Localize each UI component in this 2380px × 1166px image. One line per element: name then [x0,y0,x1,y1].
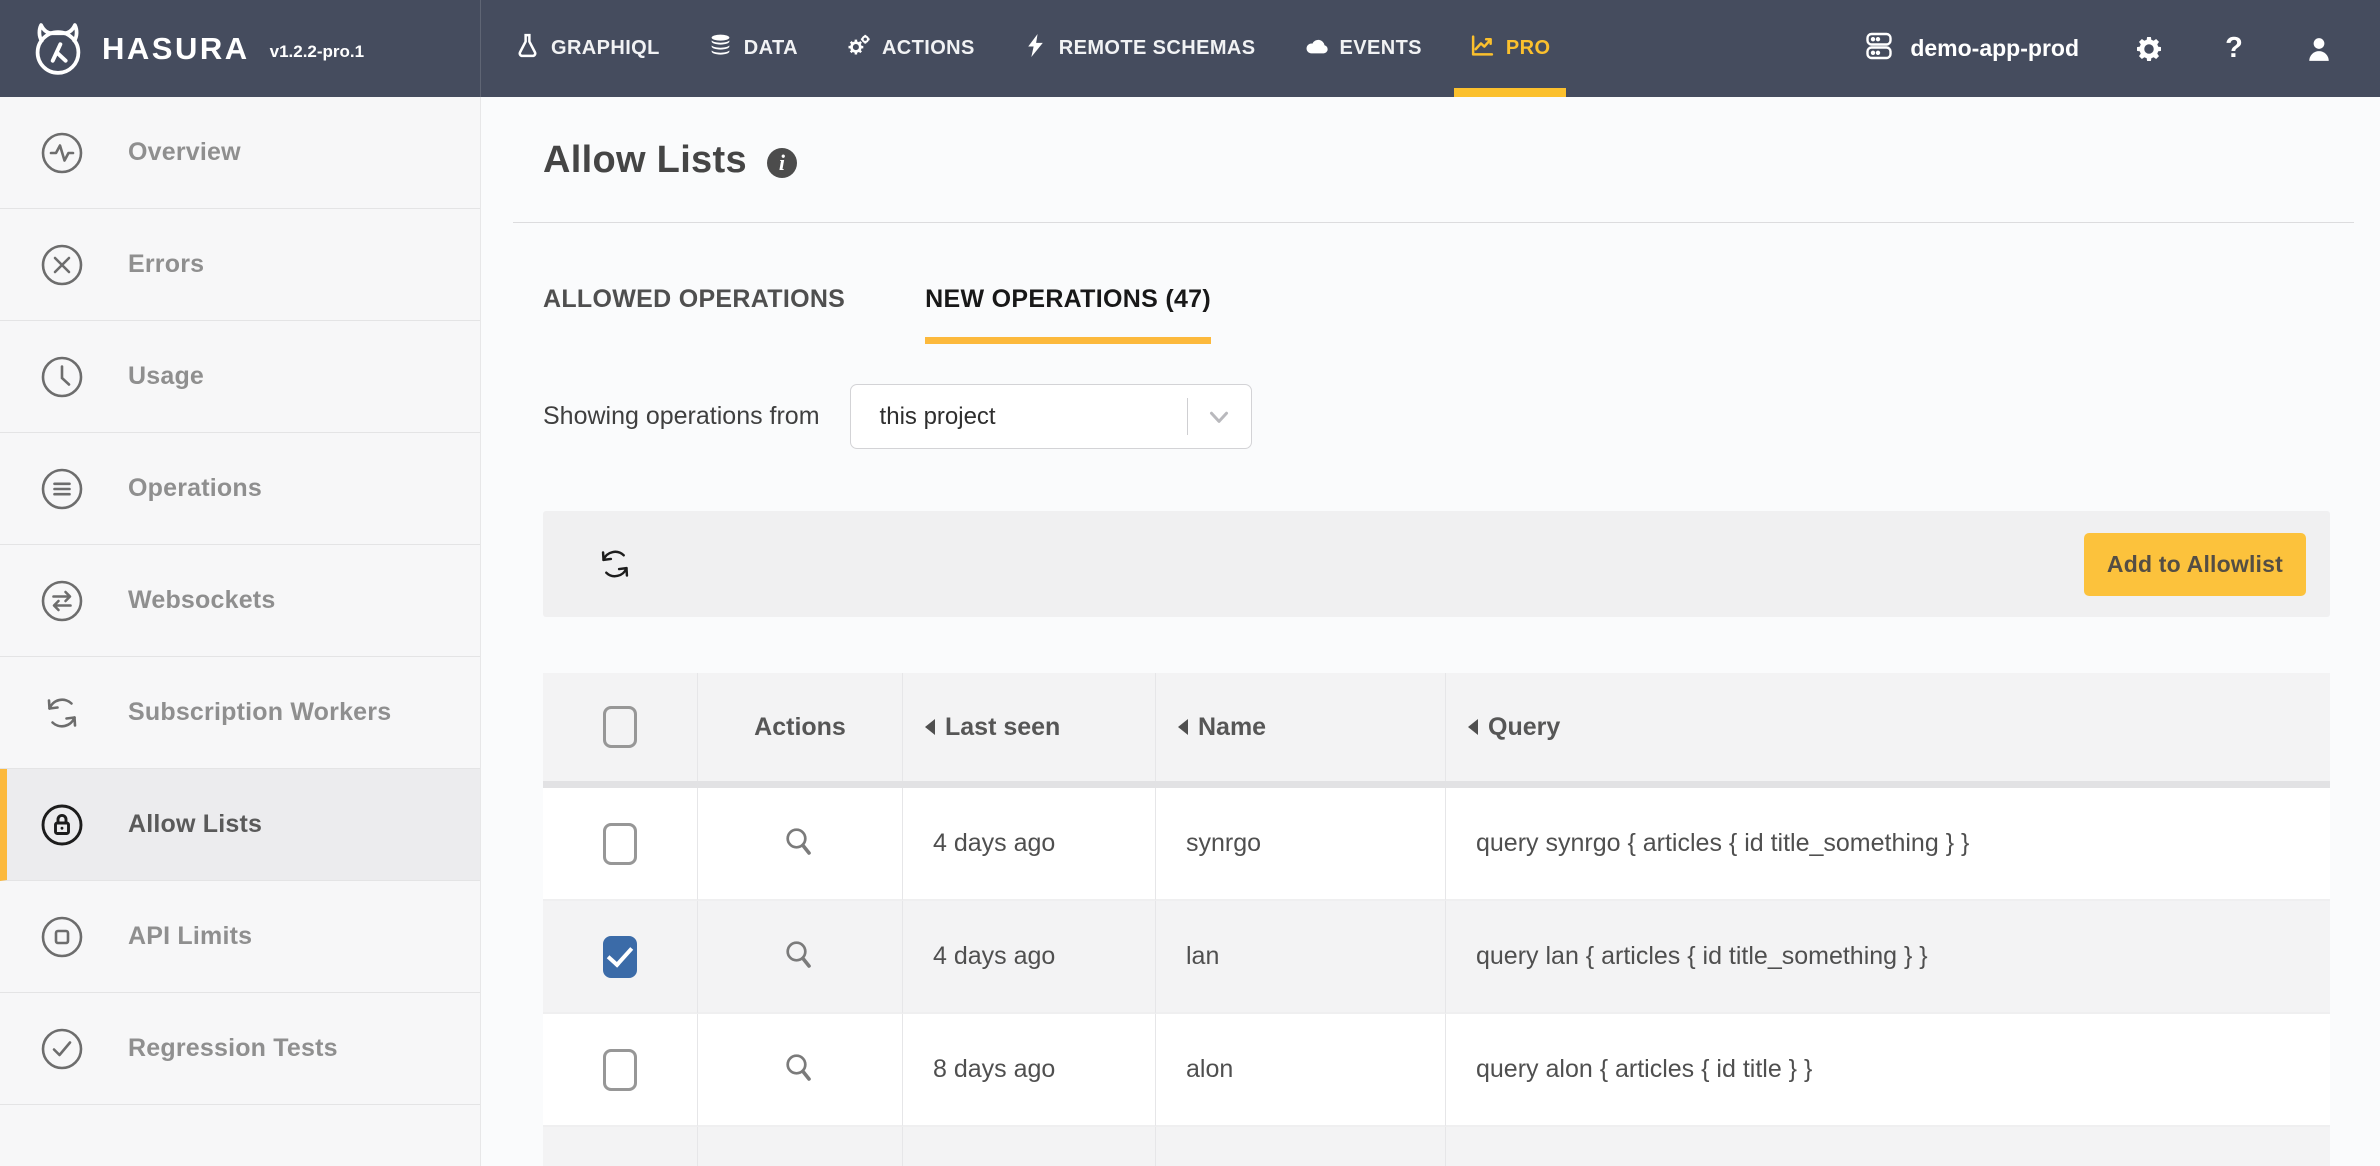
query-cell: query synrgo { articles { id title_somet… [1446,788,2330,901]
title-divider [513,222,2354,223]
row-actions-cell [698,788,903,901]
chevron-down-icon [1204,402,1234,432]
arrows-circle-icon [38,577,86,625]
project-selector[interactable]: demo-app-prod [1863,30,2079,68]
last-seen-cell: 8 days ago [903,1014,1156,1127]
sidebar-item-subscription-workers[interactable]: Subscription Workers [0,657,480,769]
flask-icon [515,33,540,64]
nav-item-pro[interactable]: PRO [1454,0,1566,97]
row-actions-cell [698,901,903,1014]
name-cell: lan [1156,901,1446,1014]
filter-label: Showing operations from [543,402,820,430]
square-circle-icon [38,913,86,961]
inspect-icon[interactable] [779,936,821,978]
last-seen-cell: 4 days ago [903,788,1156,901]
sidebar-item-errors[interactable]: Errors [0,209,480,321]
navbar-right: demo-app-prod ? [1863,0,2380,97]
database-icon [708,33,733,64]
inspect-icon[interactable] [779,1049,821,1091]
row-actions-cell [698,1014,903,1127]
last-seen-cell: 4 days ago [903,901,1156,1014]
nav-item-actions[interactable]: ACTIONS [846,0,975,97]
bolt-icon [1023,33,1048,64]
main-nav: GRAPHIQL DATA ACTIONS REMOTE SCHEMAS EVE… [515,0,1566,97]
column-header-last-seen[interactable]: Last seen [903,673,1156,781]
sidebar-item-operations[interactable]: Operations [0,433,480,545]
name-cell: alon [1156,1014,1446,1127]
check-circle-icon [38,1025,86,1073]
main-content: Allow Lists i ALLOWED OPERATIONS NEW OPE… [481,97,2380,1166]
nav-item-graphiql[interactable]: GRAPHIQL [515,0,660,97]
line-chart-icon [1470,33,1495,64]
list-circle-icon [38,465,86,513]
page-title: Allow Lists [543,139,747,181]
dropdown-separator [1186,398,1188,435]
brand-section[interactable]: HASURA v1.2.2-pro.1 [0,0,481,97]
sort-arrow-icon [1178,719,1188,735]
gears-icon [846,33,871,64]
tab-bar: ALLOWED OPERATIONS NEW OPERATIONS (47) [543,285,2330,344]
clock-circle-icon [38,353,86,401]
add-to-allowlist-button[interactable]: Add to Allowlist [2083,532,2306,596]
operations-table: Actions Last seen Name Query 4 days ago … [543,673,2330,1166]
sidebar-item-allow-lists[interactable]: Allow Lists [0,769,480,881]
hasura-logo-icon [30,21,86,77]
header-divider [543,781,2330,788]
query-cell: query alon { articles { id title } } [1446,1014,2330,1127]
refresh-icon[interactable] [593,542,637,586]
sort-arrow-icon [925,719,935,735]
error-circle-icon [38,241,86,289]
pulse-circle-icon [38,129,86,177]
row-checkbox[interactable] [603,935,637,978]
info-icon[interactable]: i [766,147,797,178]
query-cell: query lan { articles { id title_somethin… [1446,901,2330,1014]
version-badge: v1.2.2-pro.1 [269,41,365,61]
sidebar-item-api-limits[interactable]: API Limits [0,881,480,993]
column-header-name[interactable]: Name [1156,673,1446,781]
sidebar-item-overview[interactable]: Overview [0,97,480,209]
row-select-cell [543,1127,698,1166]
tab-allowed-operations[interactable]: ALLOWED OPERATIONS [543,285,845,344]
sidebar-item-usage[interactable]: Usage [0,321,480,433]
row-checkbox[interactable] [603,822,637,865]
row-checkbox[interactable] [603,1048,637,1091]
lock-circle-icon [38,801,86,849]
cycle-icon [38,689,86,737]
column-header-actions[interactable]: Actions [698,673,903,781]
query-cell [1446,1127,2330,1166]
user-icon[interactable] [2304,34,2334,64]
nav-item-data[interactable]: DATA [708,0,798,97]
select-all-checkbox[interactable] [603,706,637,748]
sort-arrow-icon [1468,719,1478,735]
project-name: demo-app-prod [1910,35,2079,61]
table-toolbar: Add to Allowlist [543,511,2330,617]
brand-name: HASURA [102,30,250,66]
name-cell [1156,1127,1446,1166]
column-header-query[interactable]: Query [1446,673,2330,781]
cloud-icon [1304,33,1329,64]
help-icon[interactable]: ? [2219,32,2249,64]
select-all-header-cell [543,673,698,781]
project-filter-dropdown[interactable]: this project [849,384,1252,449]
name-cell: synrgo [1156,788,1446,901]
nav-item-events[interactable]: EVENTS [1304,0,1422,97]
row-actions-cell [698,1127,903,1166]
sidebar-item-regression-tests[interactable]: Regression Tests [0,993,480,1105]
nav-item-remote-schemas[interactable]: REMOTE SCHEMAS [1023,0,1256,97]
top-navbar: HASURA v1.2.2-pro.1 GRAPHIQL DATA ACTION… [0,0,2380,97]
settings-gear-icon[interactable] [2134,34,2164,64]
last-seen-cell [903,1127,1156,1166]
row-select-cell [543,1014,698,1127]
row-select-cell [543,788,698,901]
sidebar-item-websockets[interactable]: Websockets [0,545,480,657]
server-icon [1863,30,1895,68]
inspect-icon[interactable] [779,823,821,865]
row-select-cell [543,901,698,1014]
sidebar: Overview Errors Usage Operations Websock… [0,97,481,1166]
tab-new-operations[interactable]: NEW OPERATIONS (47) [925,285,1211,344]
dropdown-selected-value: this project [879,402,996,430]
